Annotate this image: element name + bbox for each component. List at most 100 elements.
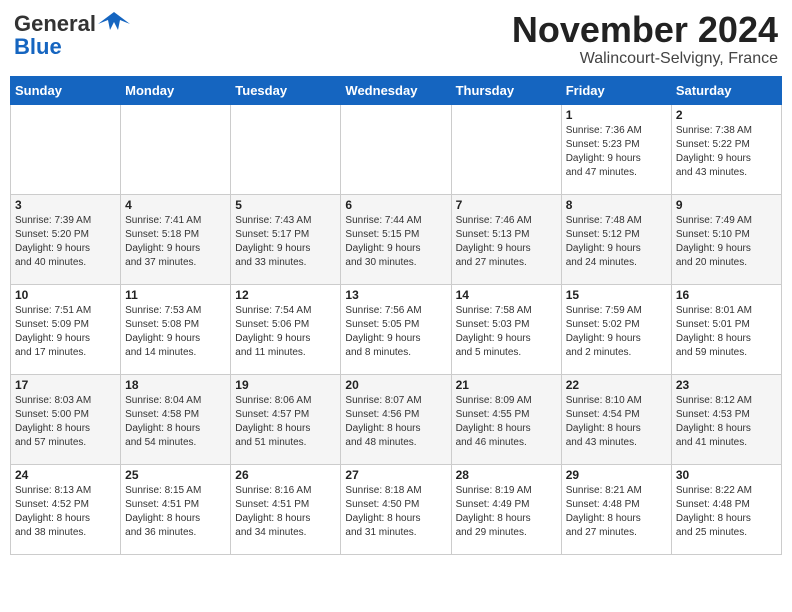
day-number: 11 [125,288,226,302]
day-number: 20 [345,378,446,392]
calendar-cell: 18 Sunrise: 8:04 AMSunset: 4:58 PMDayligh… [121,374,231,464]
day-number: 24 [15,468,116,482]
day-number: 27 [345,468,446,482]
day-info: Sunrise: 8:15 AMSunset: 4:51 PMDaylight:… [125,484,226,540]
day-number: 28 [456,468,557,482]
day-number: 7 [456,198,557,212]
day-number: 21 [456,378,557,392]
col-header-tuesday: Tuesday [231,76,341,104]
day-info: Sunrise: 7:46 AMSunset: 5:13 PMDaylight:… [456,214,557,270]
day-number: 15 [566,288,667,302]
calendar-cell: 23 Sunrise: 8:12 AMSunset: 4:53 PMDayligh… [671,374,781,464]
calendar-cell: 26 Sunrise: 8:16 AMSunset: 4:51 PMDayligh… [231,464,341,554]
day-number: 26 [235,468,336,482]
calendar-week-4: 17Sunrise: 8:03 AMSunset: 5:00 PMDayligh… [11,374,782,464]
day-info: Sunrise: 8:07 AMSunset: 4:56 PMDaylight:… [345,394,446,450]
calendar-cell: 28 Sunrise: 8:19 AMSunset: 4:49 PMDayligh… [451,464,561,554]
col-header-saturday: Saturday [671,76,781,104]
calendar-cell: 16Sunrise: 8:01 AMSunset: 5:01 PMDayligh… [671,284,781,374]
page-header: General Blue November 2024 Walincourt-Se… [10,10,782,68]
logo-general-text: General [14,12,96,36]
calendar-cell: 19 Sunrise: 8:06 AMSunset: 4:57 PMDayligh… [231,374,341,464]
calendar-cell: 3 Sunrise: 7:39 AMSunset: 5:20 PMDaylight… [11,194,121,284]
day-number: 3 [15,198,116,212]
calendar-cell: 20 Sunrise: 8:07 AMSunset: 4:56 PMDayligh… [341,374,451,464]
day-info: Sunrise: 8:16 AMSunset: 4:51 PMDaylight:… [235,484,336,540]
calendar-cell: 10Sunrise: 7:51 AMSunset: 5:09 PMDayligh… [11,284,121,374]
day-number: 30 [676,468,777,482]
day-info: Sunrise: 7:36 AMSunset: 5:23 PMDaylight:… [566,124,667,180]
day-info: Sunrise: 7:58 AMSunset: 5:03 PMDaylight:… [456,304,557,360]
col-header-thursday: Thursday [451,76,561,104]
day-number: 5 [235,198,336,212]
day-info: Sunrise: 7:44 AMSunset: 5:15 PMDaylight:… [345,214,446,270]
day-info: Sunrise: 8:10 AMSunset: 4:54 PMDaylight:… [566,394,667,450]
day-number: 13 [345,288,446,302]
calendar-cell [231,104,341,194]
day-info: Sunrise: 8:22 AMSunset: 4:48 PMDaylight:… [676,484,777,540]
day-info: Sunrise: 7:53 AMSunset: 5:08 PMDaylight:… [125,304,226,360]
day-info: Sunrise: 7:41 AMSunset: 5:18 PMDaylight:… [125,214,226,270]
location-subtitle: Walincourt-Selvigny, France [512,50,778,68]
day-number: 18 [125,378,226,392]
day-info: Sunrise: 8:04 AMSunset: 4:58 PMDaylight:… [125,394,226,450]
day-info: Sunrise: 7:54 AMSunset: 5:06 PMDaylight:… [235,304,336,360]
calendar-cell: 30 Sunrise: 8:22 AMSunset: 4:48 PMDayligh… [671,464,781,554]
day-info: Sunrise: 7:48 AMSunset: 5:12 PMDaylight:… [566,214,667,270]
calendar-week-2: 3 Sunrise: 7:39 AMSunset: 5:20 PMDaylight… [11,194,782,284]
day-number: 16 [676,288,777,302]
calendar-cell [341,104,451,194]
day-info: Sunrise: 8:21 AMSunset: 4:48 PMDaylight:… [566,484,667,540]
day-number: 17 [15,378,116,392]
day-number: 23 [676,378,777,392]
day-number: 1 [566,108,667,122]
col-header-sunday: Sunday [11,76,121,104]
calendar-cell: 2 Sunrise: 7:38 AMSunset: 5:22 PMDaylight… [671,104,781,194]
calendar-cell: 7 Sunrise: 7:46 AMSunset: 5:13 PMDaylight… [451,194,561,284]
day-info: Sunrise: 7:39 AMSunset: 5:20 PMDaylight:… [15,214,116,270]
calendar-table: SundayMondayTuesdayWednesdayThursdayFrid… [10,76,782,555]
calendar-cell: 24 Sunrise: 8:13 AMSunset: 4:52 PMDayligh… [11,464,121,554]
day-number: 14 [456,288,557,302]
calendar-cell: 5 Sunrise: 7:43 AMSunset: 5:17 PMDaylight… [231,194,341,284]
calendar-cell: 25 Sunrise: 8:15 AMSunset: 4:51 PMDayligh… [121,464,231,554]
calendar-cell: 15 Sunrise: 7:59 AMSunset: 5:02 PMDayligh… [561,284,671,374]
day-info: Sunrise: 8:18 AMSunset: 4:50 PMDaylight:… [345,484,446,540]
day-number: 25 [125,468,226,482]
calendar-cell: 12 Sunrise: 7:54 AMSunset: 5:06 PMDayligh… [231,284,341,374]
day-info: Sunrise: 7:49 AMSunset: 5:10 PMDaylight:… [676,214,777,270]
day-info: Sunrise: 8:12 AMSunset: 4:53 PMDaylight:… [676,394,777,450]
day-number: 2 [676,108,777,122]
day-info: Sunrise: 7:51 AMSunset: 5:09 PMDaylight:… [15,304,116,360]
calendar-cell: 22 Sunrise: 8:10 AMSunset: 4:54 PMDayligh… [561,374,671,464]
logo-bird-icon [98,10,130,38]
calendar-cell: 4 Sunrise: 7:41 AMSunset: 5:18 PMDaylight… [121,194,231,284]
day-info: Sunrise: 7:56 AMSunset: 5:05 PMDaylight:… [345,304,446,360]
day-info: Sunrise: 8:06 AMSunset: 4:57 PMDaylight:… [235,394,336,450]
day-number: 29 [566,468,667,482]
logo: General Blue [14,10,130,60]
day-info: Sunrise: 7:59 AMSunset: 5:02 PMDaylight:… [566,304,667,360]
calendar-week-1: 1 Sunrise: 7:36 AMSunset: 5:23 PMDaylight… [11,104,782,194]
day-number: 19 [235,378,336,392]
calendar-cell [121,104,231,194]
day-info: Sunrise: 7:43 AMSunset: 5:17 PMDaylight:… [235,214,336,270]
calendar-cell: 6Sunrise: 7:44 AMSunset: 5:15 PMDaylight… [341,194,451,284]
col-header-friday: Friday [561,76,671,104]
day-number: 8 [566,198,667,212]
day-info: Sunrise: 8:13 AMSunset: 4:52 PMDaylight:… [15,484,116,540]
calendar-week-5: 24 Sunrise: 8:13 AMSunset: 4:52 PMDayligh… [11,464,782,554]
title-block: November 2024 Walincourt-Selvigny, Franc… [512,10,778,68]
day-number: 12 [235,288,336,302]
col-header-monday: Monday [121,76,231,104]
day-info: Sunrise: 8:09 AMSunset: 4:55 PMDaylight:… [456,394,557,450]
day-info: Sunrise: 7:38 AMSunset: 5:22 PMDaylight:… [676,124,777,180]
day-info: Sunrise: 8:19 AMSunset: 4:49 PMDaylight:… [456,484,557,540]
calendar-week-3: 10Sunrise: 7:51 AMSunset: 5:09 PMDayligh… [11,284,782,374]
day-number: 4 [125,198,226,212]
calendar-cell: 27 Sunrise: 8:18 AMSunset: 4:50 PMDayligh… [341,464,451,554]
calendar-cell: 29 Sunrise: 8:21 AMSunset: 4:48 PMDayligh… [561,464,671,554]
calendar-cell: 8 Sunrise: 7:48 AMSunset: 5:12 PMDaylight… [561,194,671,284]
day-number: 22 [566,378,667,392]
calendar-cell: 11 Sunrise: 7:53 AMSunset: 5:08 PMDayligh… [121,284,231,374]
